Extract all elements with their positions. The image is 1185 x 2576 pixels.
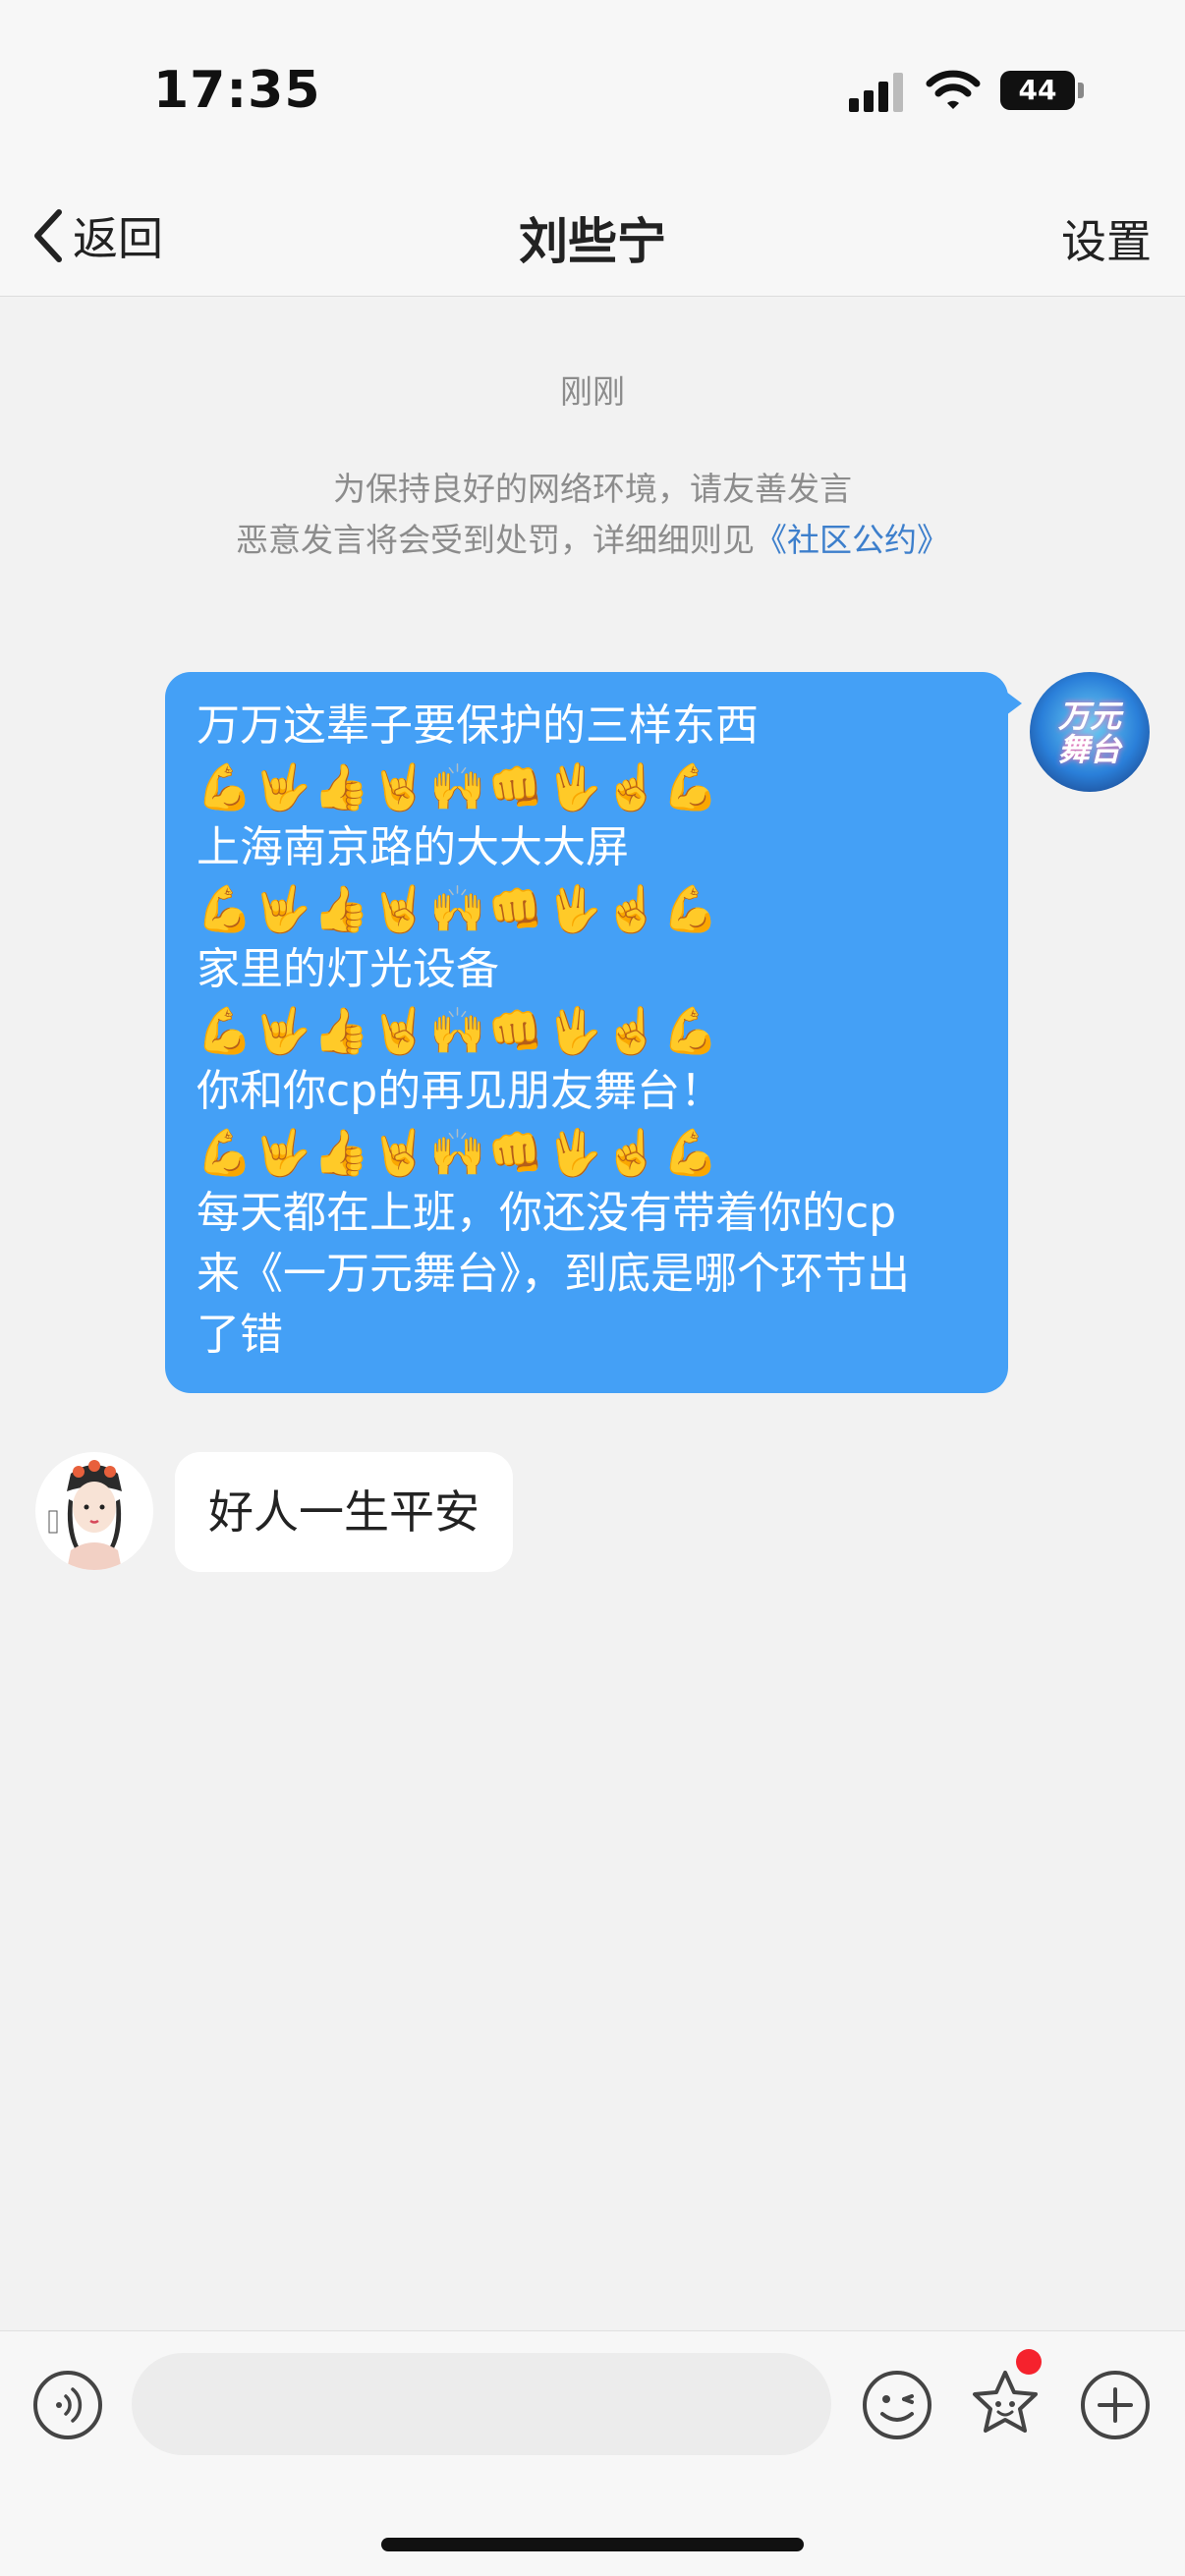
incoming-message-bubble[interactable]: 好人一生平安 — [175, 1452, 513, 1572]
sticker-icon[interactable] — [967, 2367, 1044, 2443]
page-title: 刘些宁 — [519, 213, 666, 270]
more-button[interactable] — [1081, 2371, 1150, 2439]
avatar-self[interactable]: 万元 舞台 — [1030, 672, 1150, 792]
notice-line-1: 为保持良好的网络环境，请友善发言 — [333, 470, 852, 508]
message-timestamp: 刚刚 — [560, 372, 625, 411]
settings-button[interactable]: 设置 — [1061, 206, 1152, 271]
emoji-line: 💪🤟👍🤘🙌👊🖖☝️💪 — [197, 1126, 721, 1179]
emoji-line: 💪🤟👍🤘🙌👊🖖☝️💪 — [197, 760, 721, 813]
voice-button[interactable] — [33, 2371, 102, 2439]
home-indicator — [381, 2538, 804, 2551]
emoji-line: 💪🤟👍🤘🙌👊🖖☝️💪 — [197, 882, 721, 935]
status-bar: 17:35 44 — [0, 0, 1185, 177]
message-line: 上海南京路的大大大屏 — [197, 822, 629, 872]
avatar-logo-line-1: 万元 — [1057, 698, 1121, 735]
nav-header: 返回 刘些宁 设置 — [0, 177, 1185, 297]
message-line: 家里的灯光设备 — [197, 944, 499, 994]
notice-line-2: 恶意发言将会受到处罚，详细细则见《社区公约》 — [0, 515, 1185, 566]
notice-line-2-text: 恶意发言将会受到处罚，详细细则见 — [236, 521, 755, 559]
notification-dot — [1016, 2349, 1042, 2375]
battery-icon: 44 — [1000, 71, 1075, 110]
avatar-logo-text: 万元 舞台 — [1030, 700, 1150, 766]
status-time: 17:35 — [153, 61, 321, 120]
message-input[interactable] — [132, 2353, 831, 2455]
community-guidelines-link[interactable]: 《社区公约》 — [755, 521, 949, 559]
emoji-icon[interactable] — [861, 2369, 933, 2441]
plus-icon — [1098, 2387, 1133, 2423]
wifi-icon — [926, 70, 981, 109]
community-notice: 为保持良好的网络环境，请友善发言 恶意发言将会受到处罚，详细细则见《社区公约》 — [0, 464, 1185, 566]
bubble-tail — [1006, 692, 1022, 715]
avatar-contact[interactable] — [35, 1452, 153, 1570]
avatar-logo-line-2: 舞台 — [1057, 731, 1121, 768]
message-line: 你和你cp的再见朋友舞台！ — [197, 1066, 724, 1116]
outgoing-message-bubble[interactable]: 万万这辈子要保护的三样东西 💪🤟👍🤘🙌👊🖖☝️💪 上海南京路的大大大屏 💪🤟👍🤘… — [165, 672, 1022, 1393]
message-line: 万万这辈子要保护的三样东西 — [197, 700, 759, 751]
input-bar — [0, 2330, 1185, 2576]
emoji-line: 💪🤟👍🤘🙌👊🖖☝️💪 — [197, 1004, 721, 1057]
avatar-illustration — [37, 1454, 151, 1570]
voice-icon — [56, 2387, 83, 2423]
message-line: 每天都在上班，你还没有带着你的cp — [197, 1188, 897, 1238]
signal-icon — [849, 73, 904, 112]
battery-tip — [1078, 83, 1084, 98]
message-line: 来《一万元舞台》，到底是哪个环节出 — [197, 1249, 910, 1299]
message-line: 了错 — [197, 1310, 283, 1360]
